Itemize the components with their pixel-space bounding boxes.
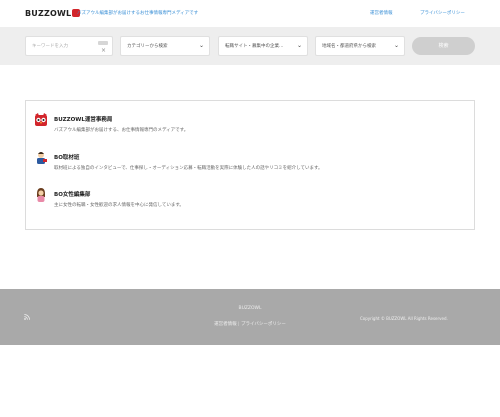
footer-link-operator[interactable]: 運営者情報 (214, 322, 237, 327)
search-bar: キーワードを入力 × カテゴリーから検索 ⌄ 転職サイト・募集中の企業… ⌄ 地… (0, 27, 500, 65)
search-button[interactable]: 検索 (412, 37, 475, 55)
keyword-placeholder: キーワードを入力 (32, 44, 68, 49)
region-select[interactable]: 地域名・都道府県から検索 ⌄ (315, 36, 405, 56)
header-link-operator[interactable]: 運営者情報 (370, 10, 393, 16)
author-description: 取材班による独自のインタビューで、仕事探し・オーディション応募・転職活動を実際に… (54, 166, 323, 171)
logo-text: BUZZOWL (25, 9, 72, 18)
job-site-select-label: 転職サイト・募集中の企業… (225, 44, 284, 49)
author-description: 主に女性の転職・女性歓迎の求人情報を中心に発信しています。 (54, 203, 184, 208)
footer-link-privacy[interactable]: プライバシーポリシー (241, 322, 286, 327)
footer-links: 運営者情報 | プライバシーポリシー (0, 321, 500, 327)
author-name[interactable]: BUZZOWL運営事務局 (54, 115, 112, 123)
author-name[interactable]: BO女性編集部 (54, 190, 90, 198)
search-button-label: 検索 (438, 43, 449, 49)
woman-icon (37, 188, 45, 202)
reporter-icon (37, 152, 47, 164)
chevron-down-icon: ⌄ (198, 42, 204, 49)
author-list-card: BUZZOWL運営事務局 バズアウル編集部がお届けする、お仕事情報専門のメディア… (25, 100, 475, 230)
author-name[interactable]: BO取材班 (54, 153, 79, 161)
site-logo[interactable]: BUZZOWL (25, 9, 81, 18)
chevron-down-icon: ⌄ (393, 42, 399, 49)
site-header: BUZZOWL バズアウル編集部がお届けするお仕事情報専門メディアです 運営者情… (0, 0, 500, 26)
copyright-text: Copyright © BUZZOWL All Rights Reserved. (360, 316, 448, 321)
site-footer: BUZZOWL 運営者情報 | プライバシーポリシー Copyright © B… (0, 289, 500, 345)
close-icon[interactable]: × (101, 48, 106, 54)
job-site-select[interactable]: 転職サイト・募集中の企業… ⌄ (218, 36, 308, 56)
rss-icon[interactable] (24, 314, 30, 320)
keyword-search-input[interactable]: キーワードを入力 × (25, 36, 113, 56)
chevron-down-icon: ⌄ (296, 42, 302, 49)
header-link-privacy[interactable]: プライバシーポリシー (420, 10, 465, 16)
footer-brand: BUZZOWL (238, 306, 262, 311)
category-select[interactable]: カテゴリーから検索 ⌄ (120, 36, 210, 56)
site-tagline: バズアウル編集部がお届けするお仕事情報専門メディアです (77, 11, 199, 16)
input-handle (98, 41, 108, 45)
region-select-label: 地域名・都道府県から検索 (322, 44, 376, 49)
owl-icon (35, 113, 47, 126)
author-description: バズアウル編集部がお届けする、お仕事情報専門のメディアです。 (54, 128, 189, 133)
category-select-label: カテゴリーから検索 (127, 44, 168, 49)
